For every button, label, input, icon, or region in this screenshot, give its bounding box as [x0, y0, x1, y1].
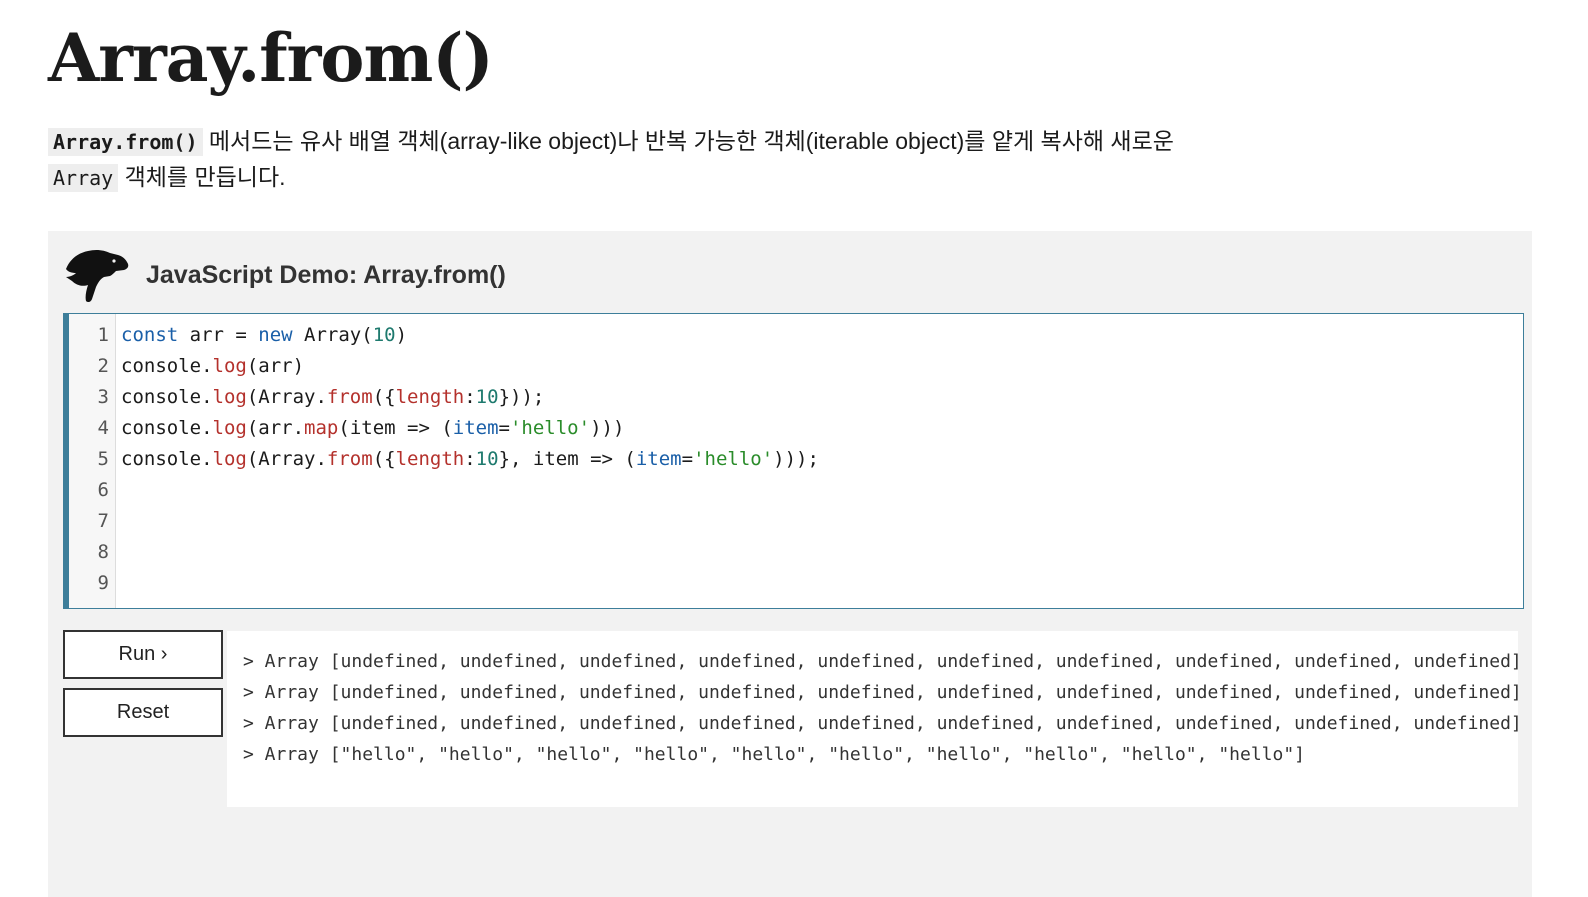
code-line: 8 [69, 537, 1523, 568]
code-lines: 1 const arr = new Array(10) 2 console.lo… [69, 320, 1523, 599]
reset-button[interactable]: Reset [63, 688, 223, 737]
intro-text-part-1: 메서드는 유사 배열 객체(array-like object)나 반복 가능한… [202, 128, 1174, 154]
dinosaur-logo-icon [66, 249, 129, 303]
line-number: 4 [97, 417, 109, 439]
code-line: 1 const arr = new Array(10) [69, 320, 1523, 351]
demo-header: JavaScript Demo: Array.from() [64, 245, 506, 305]
code-line: 5 console.log(Array.from({length:10}, it… [69, 444, 1523, 475]
output-line: > Array ["hello", "hello", "hello", "hel… [243, 744, 1306, 765]
code-line: 6 [69, 475, 1523, 506]
line-number: 1 [97, 324, 109, 346]
code-line-text: console.log(Array.from({length:10})); [121, 386, 545, 408]
code-line-text: console.log(arr.map(item => (item='hello… [121, 417, 625, 439]
page-title: Array.from() [48, 19, 494, 97]
inline-code-array-from: Array.from() [48, 128, 203, 156]
interactive-demo-panel: JavaScript Demo: Array.from() 1 const ar… [48, 231, 1532, 897]
line-number: 8 [97, 541, 109, 563]
line-number: 6 [97, 479, 109, 501]
code-line: 7 [69, 506, 1523, 537]
run-button[interactable]: Run › [63, 630, 223, 679]
console-output: > Array [undefined, undefined, undefined… [227, 631, 1518, 807]
output-line: > Array [undefined, undefined, undefined… [243, 682, 1518, 703]
code-line-text: console.log(Array.from({length:10}, item… [121, 448, 819, 470]
inline-code-array: Array [48, 164, 119, 192]
output-lines: > Array [undefined, undefined, undefined… [243, 646, 1518, 770]
line-number: 9 [97, 572, 109, 594]
output-line: > Array [undefined, undefined, undefined… [243, 713, 1518, 734]
line-number: 3 [97, 386, 109, 408]
code-line: 2 console.log(arr) [69, 351, 1523, 382]
demo-title: JavaScript Demo: Array.from() [146, 260, 506, 289]
output-line: > Array [undefined, undefined, undefined… [243, 651, 1518, 672]
code-line: 9 [69, 568, 1523, 599]
intro-paragraph: Array.from() 메서드는 유사 배열 객체(array-like ob… [48, 124, 1178, 196]
line-number: 2 [97, 355, 109, 377]
line-number: 7 [97, 510, 109, 532]
code-editor[interactable]: 1 const arr = new Array(10) 2 console.lo… [63, 313, 1524, 609]
code-line: 3 console.log(Array.from({length:10})); [69, 382, 1523, 413]
intro-text-part-2: 객체를 만듭니다. [118, 164, 286, 190]
code-line-text: console.log(arr) [121, 355, 305, 377]
code-line-text: const arr = new Array(10) [121, 324, 408, 346]
code-line: 4 console.log(arr.map(item => (item='hel… [69, 413, 1523, 444]
line-number: 5 [97, 448, 109, 470]
